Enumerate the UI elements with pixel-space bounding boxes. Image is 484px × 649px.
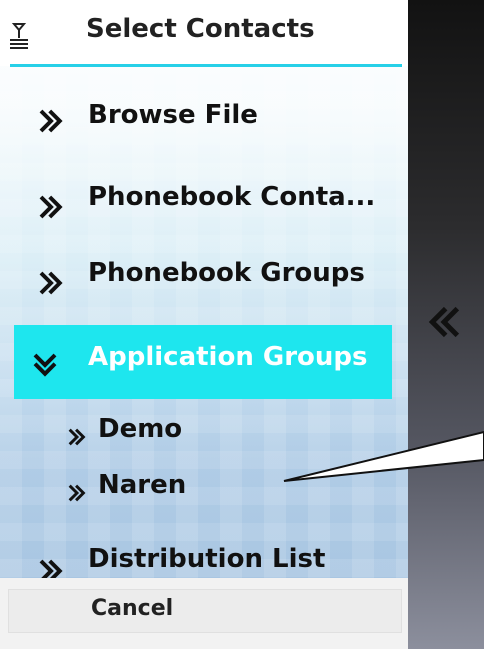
menu-item-label: Demo	[98, 414, 183, 444]
cancel-label: Cancel	[91, 596, 174, 621]
double-chevron-right-icon	[39, 195, 63, 219]
menu-item-label: Application Groups	[88, 342, 368, 372]
menu-item-naren[interactable]: Naren	[0, 460, 408, 516]
menu-item-label: Phonebook Conta...	[88, 182, 376, 212]
menu-item-demo[interactable]: Demo	[0, 404, 408, 460]
double-chevron-right-icon	[68, 428, 86, 446]
header-divider	[10, 64, 402, 67]
menu-item-phonebook-groups[interactable]: Phonebook Groups	[0, 248, 408, 304]
double-chevron-right-icon	[39, 109, 63, 133]
page-title: Select Contacts	[86, 14, 315, 44]
menu-item-label: Distribution List	[88, 544, 326, 574]
menu-item-label: Browse File	[88, 100, 258, 130]
menu-item-application-groups[interactable]: Application Groups	[0, 334, 408, 390]
menu-item-label: Phonebook Groups	[88, 258, 365, 288]
signal-strength-icon	[10, 23, 28, 49]
menu-item-phonebook-contacts[interactable]: Phonebook Conta...	[0, 172, 408, 228]
menu-item-label: Naren	[98, 470, 187, 500]
menu-item-browse-file[interactable]: Browse File	[0, 90, 408, 146]
double-chevron-left-icon[interactable]	[424, 302, 464, 342]
cancel-button[interactable]: Cancel	[8, 589, 402, 633]
double-chevron-right-icon	[39, 271, 63, 295]
double-chevron-down-icon	[33, 353, 57, 377]
header-bar: Select Contacts	[0, 0, 408, 66]
double-chevron-right-icon	[68, 484, 86, 502]
